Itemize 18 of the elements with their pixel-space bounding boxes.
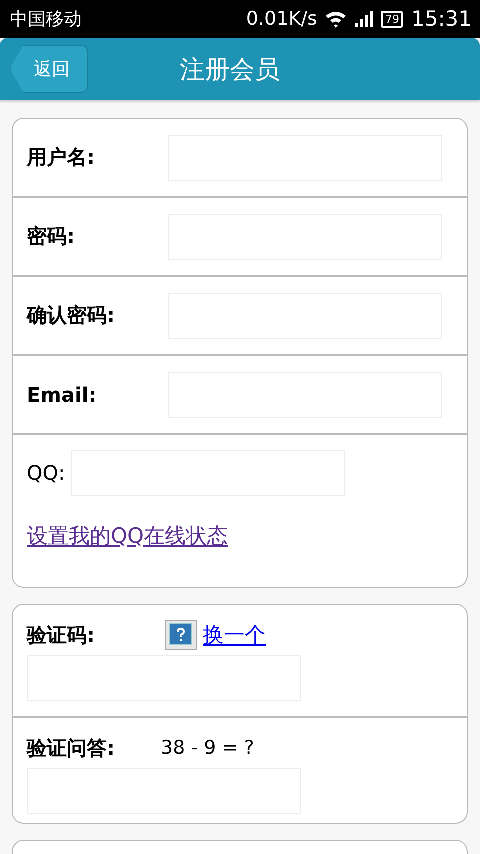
- field-label: 密码:: [27, 223, 76, 250]
- qq-status-link[interactable]: 设置我的QQ在线状态: [27, 522, 228, 550]
- field-label: Email:: [27, 382, 98, 406]
- clock: 15:31: [411, 7, 472, 31]
- field-label: 确认密码:: [27, 302, 116, 329]
- battery-icon: 79: [381, 10, 404, 28]
- network-speed: 0.01K/s: [246, 8, 318, 30]
- question-text: 38 - 9 = ?: [161, 737, 254, 759]
- field-label: 验证码:: [27, 622, 96, 648]
- refresh-captcha-link[interactable]: 换一个: [203, 621, 266, 649]
- field-label: QQ:: [27, 461, 66, 485]
- field-label: 用户名:: [27, 144, 96, 171]
- signal-icon: [355, 11, 374, 27]
- field-label: 验证问答:: [27, 734, 116, 762]
- wifi-icon: [325, 10, 348, 28]
- page-title: 注册会员: [180, 54, 280, 86]
- broken-image-icon: [165, 620, 197, 650]
- carrier-name: 中国移动: [10, 8, 82, 31]
